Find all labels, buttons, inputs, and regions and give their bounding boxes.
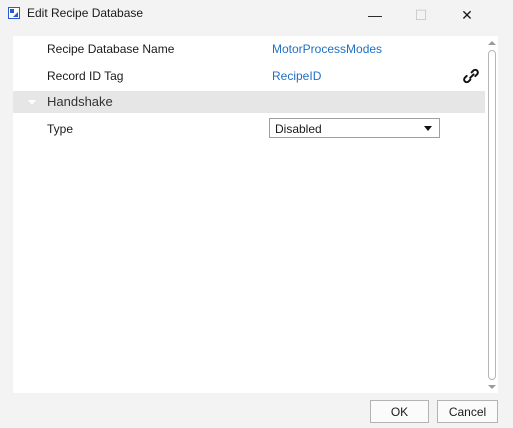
property-row-recipe-database-name[interactable]: Recipe Database Name MotorProcessModes bbox=[13, 36, 485, 62]
edit-recipe-database-dialog: Edit Recipe Database — ☐ ✕ Recipe Databa… bbox=[0, 0, 513, 428]
minimize-button[interactable]: — bbox=[352, 0, 398, 30]
type-dropdown[interactable]: Disabled bbox=[269, 118, 440, 138]
collapse-caret-icon[interactable] bbox=[28, 100, 36, 105]
window-title: Edit Recipe Database bbox=[27, 6, 144, 20]
property-label: Recipe Database Name bbox=[47, 42, 175, 56]
title-bar[interactable]: Edit Recipe Database — ☐ ✕ bbox=[0, 0, 513, 30]
scroll-down-arrow-icon[interactable] bbox=[485, 380, 498, 393]
property-grid: Recipe Database Name MotorProcessModes R… bbox=[13, 36, 498, 393]
vertical-scrollbar[interactable] bbox=[485, 36, 498, 393]
scroll-thumb[interactable] bbox=[488, 50, 496, 380]
property-row-type[interactable]: Type Disabled bbox=[13, 116, 485, 142]
close-button[interactable]: ✕ bbox=[444, 0, 490, 30]
section-label: Handshake bbox=[47, 94, 113, 109]
cancel-button[interactable]: Cancel bbox=[437, 400, 498, 423]
link-icon[interactable] bbox=[462, 67, 480, 85]
app-icon bbox=[8, 7, 20, 19]
scroll-up-arrow-icon[interactable] bbox=[485, 36, 498, 49]
recipe-database-name-value[interactable]: MotorProcessModes bbox=[272, 42, 382, 56]
handshake-section-header[interactable]: Handshake bbox=[13, 91, 485, 113]
record-id-tag-value[interactable]: RecipeID bbox=[272, 69, 321, 83]
maximize-button[interactable]: ☐ bbox=[398, 0, 444, 30]
dropdown-arrow-icon[interactable] bbox=[424, 126, 432, 131]
ok-button[interactable]: OK bbox=[370, 400, 429, 423]
property-label: Record ID Tag bbox=[47, 69, 124, 83]
type-dropdown-value: Disabled bbox=[275, 122, 322, 136]
property-row-record-id-tag[interactable]: Record ID Tag RecipeID bbox=[13, 63, 485, 89]
property-label: Type bbox=[47, 122, 74, 136]
